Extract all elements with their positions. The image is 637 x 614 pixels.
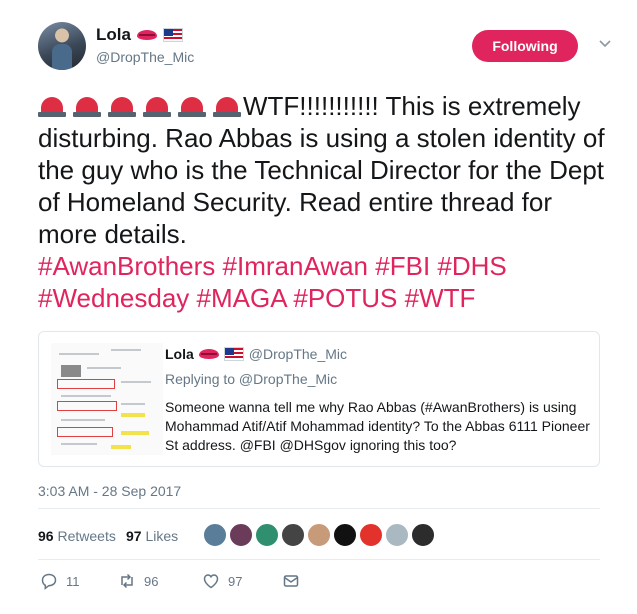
retweets-stat[interactable]: 96 Retweets	[38, 528, 116, 544]
hashtag-link[interactable]: #WTF	[405, 283, 476, 313]
quoted-tweet-header[interactable]: Lola @DropThe_Mic	[165, 346, 347, 362]
liker-avatars	[203, 523, 435, 547]
quoted-author-handle[interactable]: @DropThe_Mic	[249, 346, 347, 362]
us-flag-icon	[223, 347, 244, 361]
tweet-stats: 96 Retweets 97 Likes	[38, 508, 600, 560]
image-detail	[121, 381, 151, 383]
image-detail	[57, 379, 115, 389]
heart-icon	[203, 574, 219, 589]
image-detail	[121, 431, 149, 435]
like-action[interactable]: 97	[202, 572, 242, 590]
police-light-icon	[213, 97, 241, 117]
image-detail	[121, 413, 145, 417]
retweet-action[interactable]: 96	[118, 572, 158, 590]
retweet-count: 96	[144, 573, 159, 589]
author-avatar[interactable]	[38, 22, 86, 70]
tweet-actions: 11 96 97	[38, 570, 338, 594]
liker-avatar[interactable]	[255, 523, 279, 547]
reply-count: 11	[66, 573, 80, 589]
liker-avatar[interactable]	[203, 523, 227, 547]
direct-message-action[interactable]	[282, 572, 300, 590]
hashtag-link[interactable]: #POTUS	[293, 283, 397, 313]
police-light-icon	[73, 97, 101, 117]
tweet-header: Lola @DropThe_Mic Following	[38, 22, 618, 72]
image-detail	[59, 353, 99, 355]
following-button[interactable]: Following	[472, 30, 578, 62]
quoted-author-name[interactable]: Lola	[165, 346, 194, 362]
hashtag-link[interactable]: #FBI	[375, 251, 430, 281]
envelope-icon	[283, 575, 299, 587]
tweet-timestamp[interactable]: 3:03 AM - 28 Sep 2017	[38, 483, 181, 499]
siren-emoji-group	[38, 97, 241, 117]
likes-label: Likes	[145, 528, 179, 544]
us-flag-icon	[162, 28, 183, 42]
author-name-row[interactable]: Lola	[96, 25, 183, 45]
author-display-name[interactable]: Lola	[96, 25, 131, 45]
tweet-text: WTF!!!!!!!!!!! This is extremely disturb…	[38, 90, 618, 314]
liker-avatar[interactable]	[411, 523, 435, 547]
like-count: 97	[228, 573, 243, 589]
image-detail	[57, 401, 117, 411]
police-light-icon	[178, 97, 206, 117]
likes-count: 97	[126, 528, 142, 544]
quoted-tweet-image[interactable]	[51, 343, 163, 455]
kiss-mark-icon	[136, 29, 157, 41]
liker-avatar[interactable]	[333, 523, 357, 547]
replying-to-label: Replying to @DropThe_Mic	[165, 371, 338, 387]
image-detail	[57, 427, 113, 437]
image-detail	[111, 445, 131, 449]
police-light-icon	[143, 97, 171, 117]
police-light-icon	[108, 97, 136, 117]
retweet-icon	[121, 573, 133, 589]
kiss-mark-icon	[198, 348, 219, 360]
liker-avatar[interactable]	[281, 523, 305, 547]
retweets-label: Retweets	[57, 528, 116, 544]
liker-avatar[interactable]	[229, 523, 253, 547]
quoted-tweet-text: Someone wanna tell me why Rao Abbas (#Aw…	[165, 399, 590, 453]
liker-avatar[interactable]	[359, 523, 383, 547]
image-detail	[111, 349, 141, 351]
image-detail	[61, 365, 81, 377]
likes-stat[interactable]: 97 Likes	[126, 528, 178, 544]
image-detail	[121, 403, 145, 405]
reply-action[interactable]: 11	[40, 572, 80, 590]
author-handle[interactable]: @DropThe_Mic	[96, 49, 194, 65]
hashtag-link[interactable]: #DHS	[437, 251, 506, 281]
hashtag-link[interactable]: #Wednesday	[38, 283, 189, 313]
liker-avatar[interactable]	[307, 523, 331, 547]
image-detail	[61, 395, 111, 397]
hashtag-link[interactable]: #MAGA	[197, 283, 287, 313]
chevron-down-icon[interactable]	[598, 36, 612, 50]
reply-icon	[41, 573, 57, 590]
hashtag-link[interactable]: #ImranAwan	[223, 251, 369, 281]
liker-avatar[interactable]	[385, 523, 409, 547]
image-detail	[61, 443, 97, 445]
hashtag-link[interactable]: #AwanBrothers	[38, 251, 215, 281]
retweets-count: 96	[38, 528, 54, 544]
quoted-tweet-card[interactable]: Lola @DropThe_Mic Replying to @DropThe_M…	[38, 331, 600, 467]
police-light-icon	[38, 97, 66, 117]
image-detail	[87, 367, 121, 369]
image-detail	[61, 419, 105, 421]
